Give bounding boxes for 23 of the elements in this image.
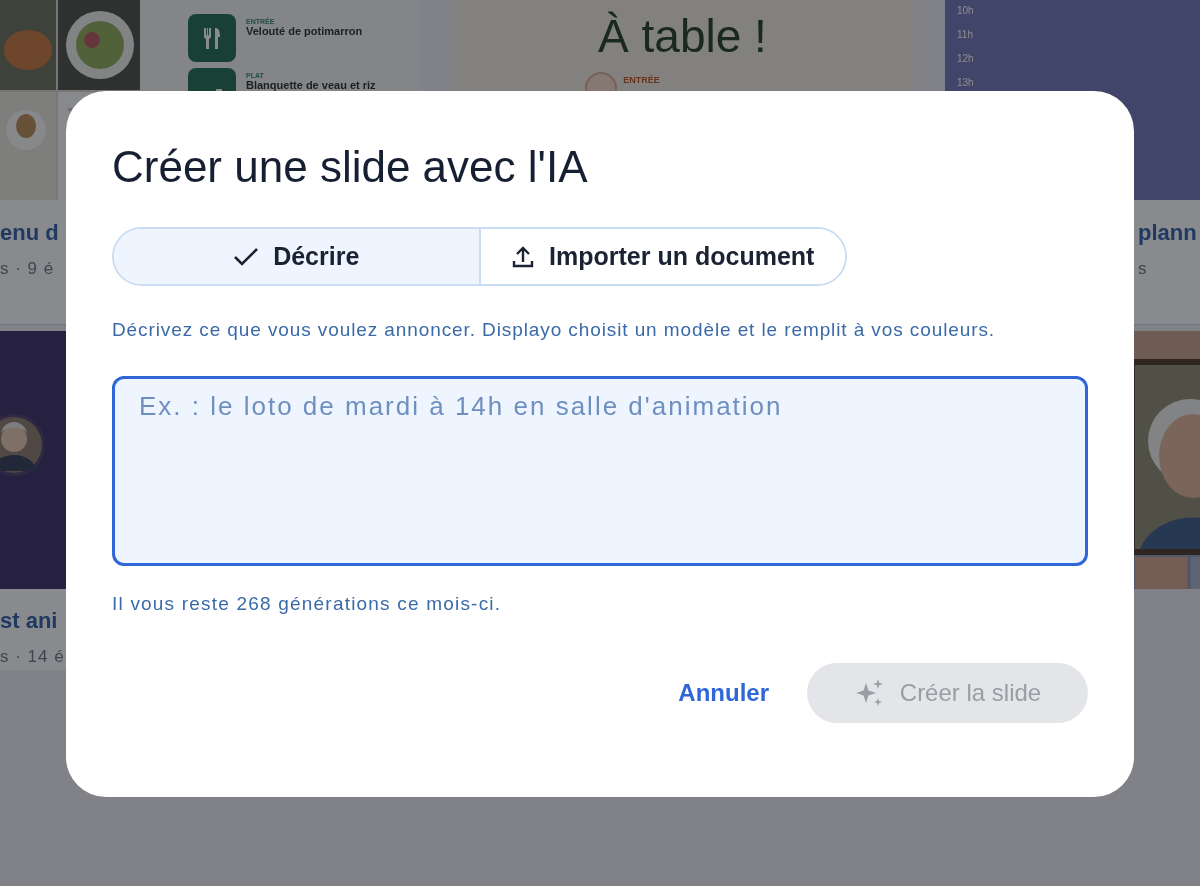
card-title: plann (1138, 219, 1197, 247)
hour-label: 13h (957, 76, 975, 89)
cancel-button[interactable]: Annuler (678, 679, 769, 707)
instructions-text: Décrivez ce que vous voulez annoncer. Displayo choisit un modèle et le remplit à vos couleurs. (112, 318, 996, 342)
course-label: ENTRÉE (623, 75, 660, 85)
slide-heading: À table ! (598, 9, 767, 64)
card-title: st ani (0, 607, 58, 635)
upload-icon (511, 244, 536, 269)
card-meta: s (1138, 258, 1148, 280)
course-name: Velouté de potimarron (246, 25, 363, 37)
prompt-field[interactable]: Ex. : le loto de mardi à 14h en salle d'animation (112, 376, 1088, 566)
hour-label: 12h (957, 52, 975, 65)
hour-label: 11h (957, 28, 974, 41)
mode-tab[interactable]: Décrire (114, 229, 479, 284)
hour-label: 10h (957, 4, 975, 17)
quota-text: Il vous reste 268 générations ce mois-ci. (112, 592, 503, 616)
card-meta: s · 9 é (0, 258, 55, 280)
mode-tab[interactable]: Importer un document (478, 229, 845, 284)
card-meta: s · 14 é (0, 646, 65, 668)
check-icon (233, 246, 260, 267)
course-name: Blanquette de veau et riz (246, 79, 376, 91)
dialog-title: Créer une slide avec l'IA (112, 143, 589, 191)
card-title: enu d (0, 219, 59, 247)
